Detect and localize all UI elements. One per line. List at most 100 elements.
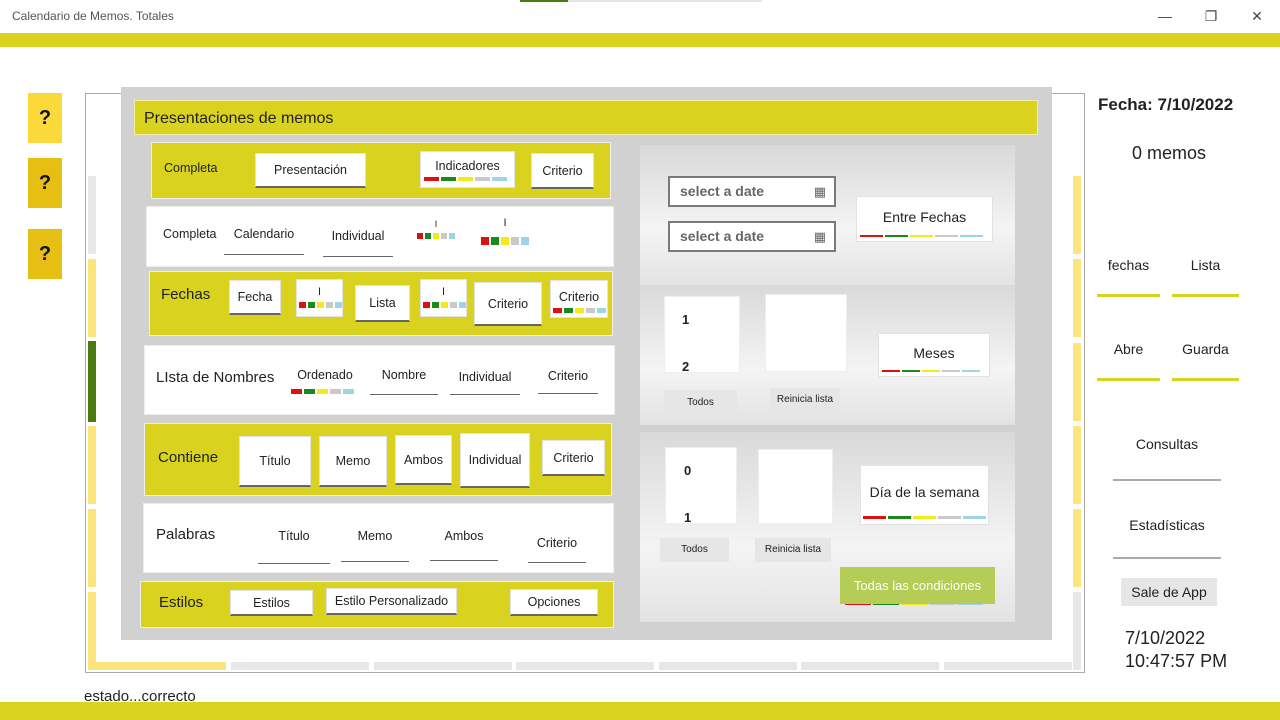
todas-condiciones-button[interactable]: Todas las condiciones <box>840 567 995 604</box>
indicator-strip <box>481 237 529 245</box>
row-label: Fechas <box>161 286 211 303</box>
rail-seg <box>1073 176 1081 254</box>
row-label: Palabras <box>156 526 216 543</box>
fecha-button[interactable]: Fecha <box>229 280 281 315</box>
rail-seg <box>1073 592 1081 670</box>
rail-seg <box>516 662 654 670</box>
list-item[interactable]: 1 <box>682 312 689 327</box>
weekday-todos-button[interactable]: Todos <box>660 538 729 562</box>
dia-semana-button[interactable]: Día de la semana <box>860 465 989 525</box>
guarda-button[interactable]: Guarda <box>1172 341 1239 381</box>
ordenado-label: Ordenado <box>297 368 353 382</box>
section-header: Presentaciones de memos <box>134 100 1038 135</box>
individual-button[interactable]: Individual <box>323 229 393 257</box>
estadisticas-button[interactable]: Estadísticas <box>1113 517 1221 559</box>
rail-seg-active <box>88 341 96 422</box>
indicator-strip <box>553 308 606 313</box>
weekday-list[interactable]: 0 1 <box>665 447 737 525</box>
ambos-button[interactable]: Ambos <box>430 529 498 561</box>
minimize-button[interactable]: — <box>1142 4 1188 28</box>
calendario-button[interactable]: Calendario <box>224 227 304 255</box>
row-label: Estilos <box>159 594 204 611</box>
indicator-strip <box>424 177 507 181</box>
criterio-button[interactable]: Criterio <box>528 536 586 563</box>
criterio-indicator-button[interactable]: Criterio <box>550 280 608 318</box>
entre-fechas-button[interactable]: Entre Fechas <box>856 196 993 242</box>
months-panel: 1 2 Todos Reinicia lista Meses <box>640 285 1015 425</box>
date-picker-start[interactable]: select a date ▦ <box>668 176 836 207</box>
list-item[interactable]: 2 <box>682 359 689 374</box>
clock-time: 10:47:57 PM <box>1125 651 1228 671</box>
bottom-band <box>0 702 1280 720</box>
nombre-button[interactable]: Nombre <box>370 368 438 395</box>
indicadores-button[interactable]: Indicadores <box>420 151 515 188</box>
ambos-button[interactable]: Ambos <box>395 435 452 485</box>
lista-button[interactable]: Lista <box>1172 257 1239 297</box>
criterio-button[interactable]: Criterio <box>538 369 598 394</box>
criterio-button[interactable]: Criterio <box>542 440 605 476</box>
meses-label: Meses <box>913 345 955 361</box>
indicator-strip <box>291 389 359 394</box>
frame-corner <box>86 94 96 102</box>
memo-button[interactable]: Memo <box>341 529 409 562</box>
months-selected-list[interactable] <box>765 294 847 372</box>
indicator-toggle-2[interactable]: I <box>481 217 529 253</box>
row-completa-presentacion: Completa Presentación Indicadores Criter… <box>151 142 611 199</box>
rail-seg <box>88 176 96 254</box>
estilo-personalizado-button[interactable]: Estilo Personalizado <box>326 588 457 615</box>
date-picker-end[interactable]: select a date ▦ <box>668 221 836 252</box>
row-estilos: Estilos Estilos Estilo Personalizado Opc… <box>140 581 614 628</box>
rail-seg <box>801 662 939 670</box>
titulo-button[interactable]: Título <box>258 529 330 564</box>
meses-button[interactable]: Meses <box>878 333 990 377</box>
estilos-button[interactable]: Estilos <box>230 590 313 616</box>
rail-seg <box>944 662 1072 670</box>
criterio-button[interactable]: Criterio <box>474 282 542 326</box>
rail-seg <box>88 509 96 587</box>
dia-semana-label: Día de la semana <box>869 484 980 500</box>
help-button-2[interactable]: ? <box>28 158 62 208</box>
indicator-button-2[interactable]: I <box>420 279 467 317</box>
indicator-strip <box>882 370 980 372</box>
row-completa-calendario: Completa Calendario Individual I I <box>146 206 614 267</box>
window-title: Calendario de Memos. Totales <box>12 9 174 23</box>
rail-seg <box>1073 259 1081 337</box>
months-list[interactable]: 1 2 <box>664 296 740 374</box>
help-button-1[interactable]: ? <box>28 93 62 143</box>
criterio-button[interactable]: Criterio <box>531 153 594 189</box>
list-item[interactable]: 0 <box>684 463 691 478</box>
rail-seg <box>659 662 797 670</box>
opciones-button[interactable]: Opciones <box>510 589 598 616</box>
dates-panel: select a date ▦ select a date ▦ Entre Fe… <box>640 145 1015 285</box>
indicator-strip <box>417 233 455 239</box>
presentacion-button[interactable]: Presentación <box>255 153 366 188</box>
titulo-button[interactable]: Título <box>239 436 311 487</box>
list-item[interactable]: 1 <box>684 510 691 525</box>
individual-button[interactable]: Individual <box>460 433 530 488</box>
memo-button[interactable]: Memo <box>319 436 387 487</box>
rail-seg <box>88 662 226 670</box>
close-button[interactable]: ✕ <box>1234 4 1280 28</box>
months-reset-button[interactable]: Reinicia lista <box>770 388 840 412</box>
fechas-button[interactable]: fechas <box>1097 257 1160 297</box>
indicator-button-1[interactable]: I <box>296 279 343 317</box>
indicator-toggle-1[interactable]: I <box>417 219 455 251</box>
abre-button[interactable]: Abre <box>1097 341 1160 381</box>
sale-app-button[interactable]: Sale de App <box>1121 578 1217 606</box>
indicator-strip <box>863 516 986 519</box>
individual-button[interactable]: Individual <box>450 370 520 395</box>
rail-seg <box>1073 343 1081 421</box>
lista-button[interactable]: Lista <box>355 285 410 322</box>
restore-button[interactable]: ❐ <box>1188 4 1234 28</box>
weekday-panel: 0 1 Todos Reinicia lista Día de la seman… <box>640 432 1015 622</box>
consultas-button[interactable]: Consultas <box>1113 436 1221 481</box>
rail-seg <box>88 592 96 670</box>
top-band <box>0 33 1280 47</box>
indicator-strip <box>423 302 466 308</box>
weekday-selected-list[interactable] <box>758 449 833 524</box>
months-todos-button[interactable]: Todos <box>664 390 737 415</box>
row-lista-nombres: LIsta de Nombres Ordenado Nombre Individ… <box>144 345 615 415</box>
help-button-3[interactable]: ? <box>28 229 62 279</box>
ordenado-button[interactable]: Ordenado <box>291 368 359 402</box>
weekday-reset-button[interactable]: Reinicia lista <box>755 538 831 562</box>
